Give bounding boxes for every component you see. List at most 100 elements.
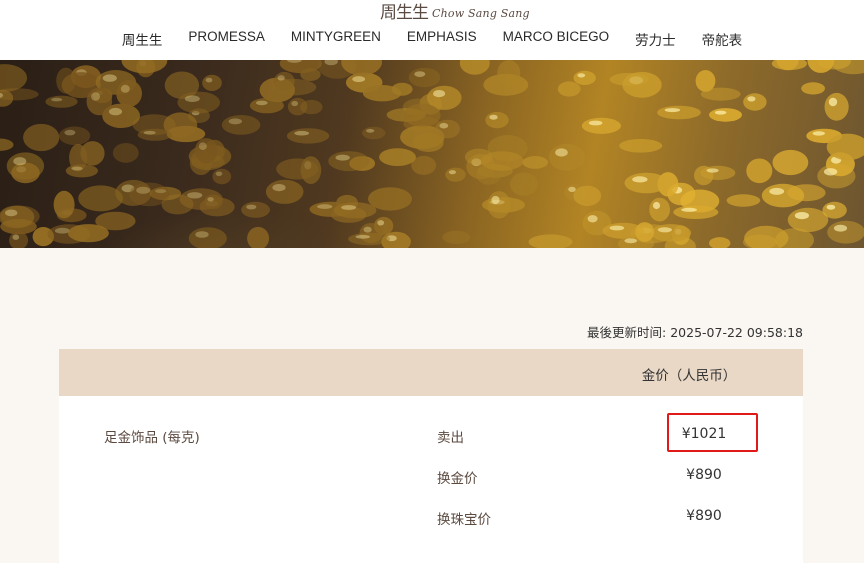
gold-grain-highlight: [747, 96, 756, 102]
gold-grain: [746, 158, 773, 184]
gold-grain-highlight: [51, 97, 63, 102]
gold-grain: [726, 194, 761, 207]
gold-grain-highlight: [64, 129, 76, 136]
gold-grain: [435, 119, 460, 139]
gold-grain-highlight: [491, 195, 500, 205]
gold-grain: [0, 64, 28, 92]
nav-item-chow-sang-sang[interactable]: 周生生: [122, 29, 163, 49]
gold-grain: [23, 123, 60, 152]
gold-grain: [581, 117, 621, 134]
gold-grain: [485, 111, 509, 129]
gold-grain-highlight: [352, 76, 366, 83]
gold-grain: [649, 197, 670, 222]
gold-grain-highlight: [102, 74, 117, 82]
gold-grain-highlight: [577, 73, 586, 78]
gold-grain-highlight: [823, 168, 838, 176]
gold-grain: [743, 93, 767, 111]
gold-grain-highlight: [568, 186, 576, 192]
gold-grain: [408, 67, 441, 88]
nav-item-emphasis[interactable]: EMPHASIS: [407, 29, 477, 49]
gold-grain: [403, 103, 441, 127]
gold-grain: [772, 149, 809, 176]
gold-grain-highlight: [13, 157, 27, 166]
nav-item-mintygreen[interactable]: MINTYGREEN: [291, 29, 381, 49]
gold-grain: [487, 191, 511, 219]
gold-grain: [202, 74, 222, 91]
gold-grain: [510, 172, 538, 196]
gold-grain-highlight: [448, 170, 456, 175]
price-column-header: 金价（人民币）: [641, 368, 737, 384]
gold-grain-highlight: [71, 166, 83, 171]
gold-grain: [333, 202, 377, 219]
gold-grain-highlight: [317, 204, 333, 209]
gold-grain-highlight: [377, 220, 385, 226]
price-exchange-gold: ¥890: [686, 467, 722, 483]
hero-banner-gold-grains: [0, 60, 864, 248]
row-label-sell: 卖出: [437, 430, 464, 446]
gold-grain-highlight: [12, 234, 20, 240]
gold-grain: [204, 194, 223, 210]
gold-grain: [379, 148, 416, 166]
gold-grain: [276, 158, 319, 180]
brand-logo[interactable]: 周生生 Chow Sang Sang: [380, 0, 530, 24]
gold-grain: [300, 99, 323, 115]
gold-grain-highlight: [272, 184, 286, 192]
gold-grain: [221, 115, 261, 135]
gold-grain-highlight: [120, 84, 130, 93]
gold-grain-highlight: [136, 186, 151, 194]
gold-grain-highlight: [341, 205, 357, 210]
gold-grain-highlight: [433, 90, 446, 98]
gold-grain: [249, 97, 284, 114]
last-updated-time: 最後更新时间: 2025-07-22 09:58:18: [587, 325, 803, 340]
gold-grain: [650, 224, 692, 242]
price-exchange-jewelry: ¥890: [686, 508, 722, 524]
gold-grain-highlight: [555, 148, 568, 157]
gold-grain: [177, 91, 220, 114]
gold-grain-highlight: [714, 110, 727, 115]
gold-grain-highlight: [624, 238, 637, 244]
gold-grain-highlight: [205, 77, 213, 83]
gold-grain: [635, 222, 655, 242]
gold-grain: [700, 165, 736, 180]
gold-grain-highlight: [609, 225, 625, 231]
gold-grain-highlight: [833, 224, 848, 232]
gold-grain: [0, 205, 35, 229]
gold-grain: [673, 205, 719, 219]
gold-grain-highlight: [363, 226, 372, 233]
gold-grain-highlight: [681, 207, 697, 212]
gold-grain-highlight: [198, 142, 207, 150]
gold-grain: [573, 185, 602, 206]
nav-item-promessa[interactable]: PROMESSA: [188, 29, 265, 49]
gold-grain-highlight: [769, 187, 785, 195]
gold-grain-highlight: [294, 130, 310, 136]
gold-grain-highlight: [632, 176, 648, 183]
gold-grain: [442, 230, 471, 244]
gold-grain: [328, 151, 370, 172]
gold-grain-highlight: [652, 201, 661, 210]
gold-grain: [121, 60, 168, 74]
nav-item-marco-bicego[interactable]: MARCO BICEGO: [503, 29, 610, 49]
gold-grain: [348, 232, 390, 246]
table-header: 金价（人民币）: [59, 349, 803, 396]
gold-price-table: 金价（人民币） 足金饰品 (每克) 卖出 ¥1021 换金价 ¥890 换珠宝价…: [59, 349, 803, 563]
highlight-box: [667, 413, 758, 452]
gold-grain: [817, 163, 856, 189]
gold-grain: [194, 138, 218, 164]
gold-grain-highlight: [588, 120, 603, 126]
gold-grain-highlight: [291, 100, 299, 107]
gold-grain: [112, 143, 139, 163]
gold-grain: [58, 126, 91, 146]
gold-grain: [362, 126, 386, 140]
gold-grain: [65, 164, 98, 178]
gold-grain: [86, 87, 113, 116]
gold-grain: [522, 156, 549, 169]
gold-grain: [0, 138, 14, 151]
gold-grain-highlight: [657, 227, 673, 233]
nav-item-tudor[interactable]: 帝舵表: [702, 29, 743, 49]
gold-grain: [241, 201, 270, 218]
nav-item-rolex[interactable]: 劳力士: [635, 29, 676, 49]
gold-grain-highlight: [215, 171, 223, 177]
gold-grain-highlight: [414, 71, 426, 77]
gold-grain: [188, 227, 227, 248]
gold-grain: [709, 237, 731, 248]
